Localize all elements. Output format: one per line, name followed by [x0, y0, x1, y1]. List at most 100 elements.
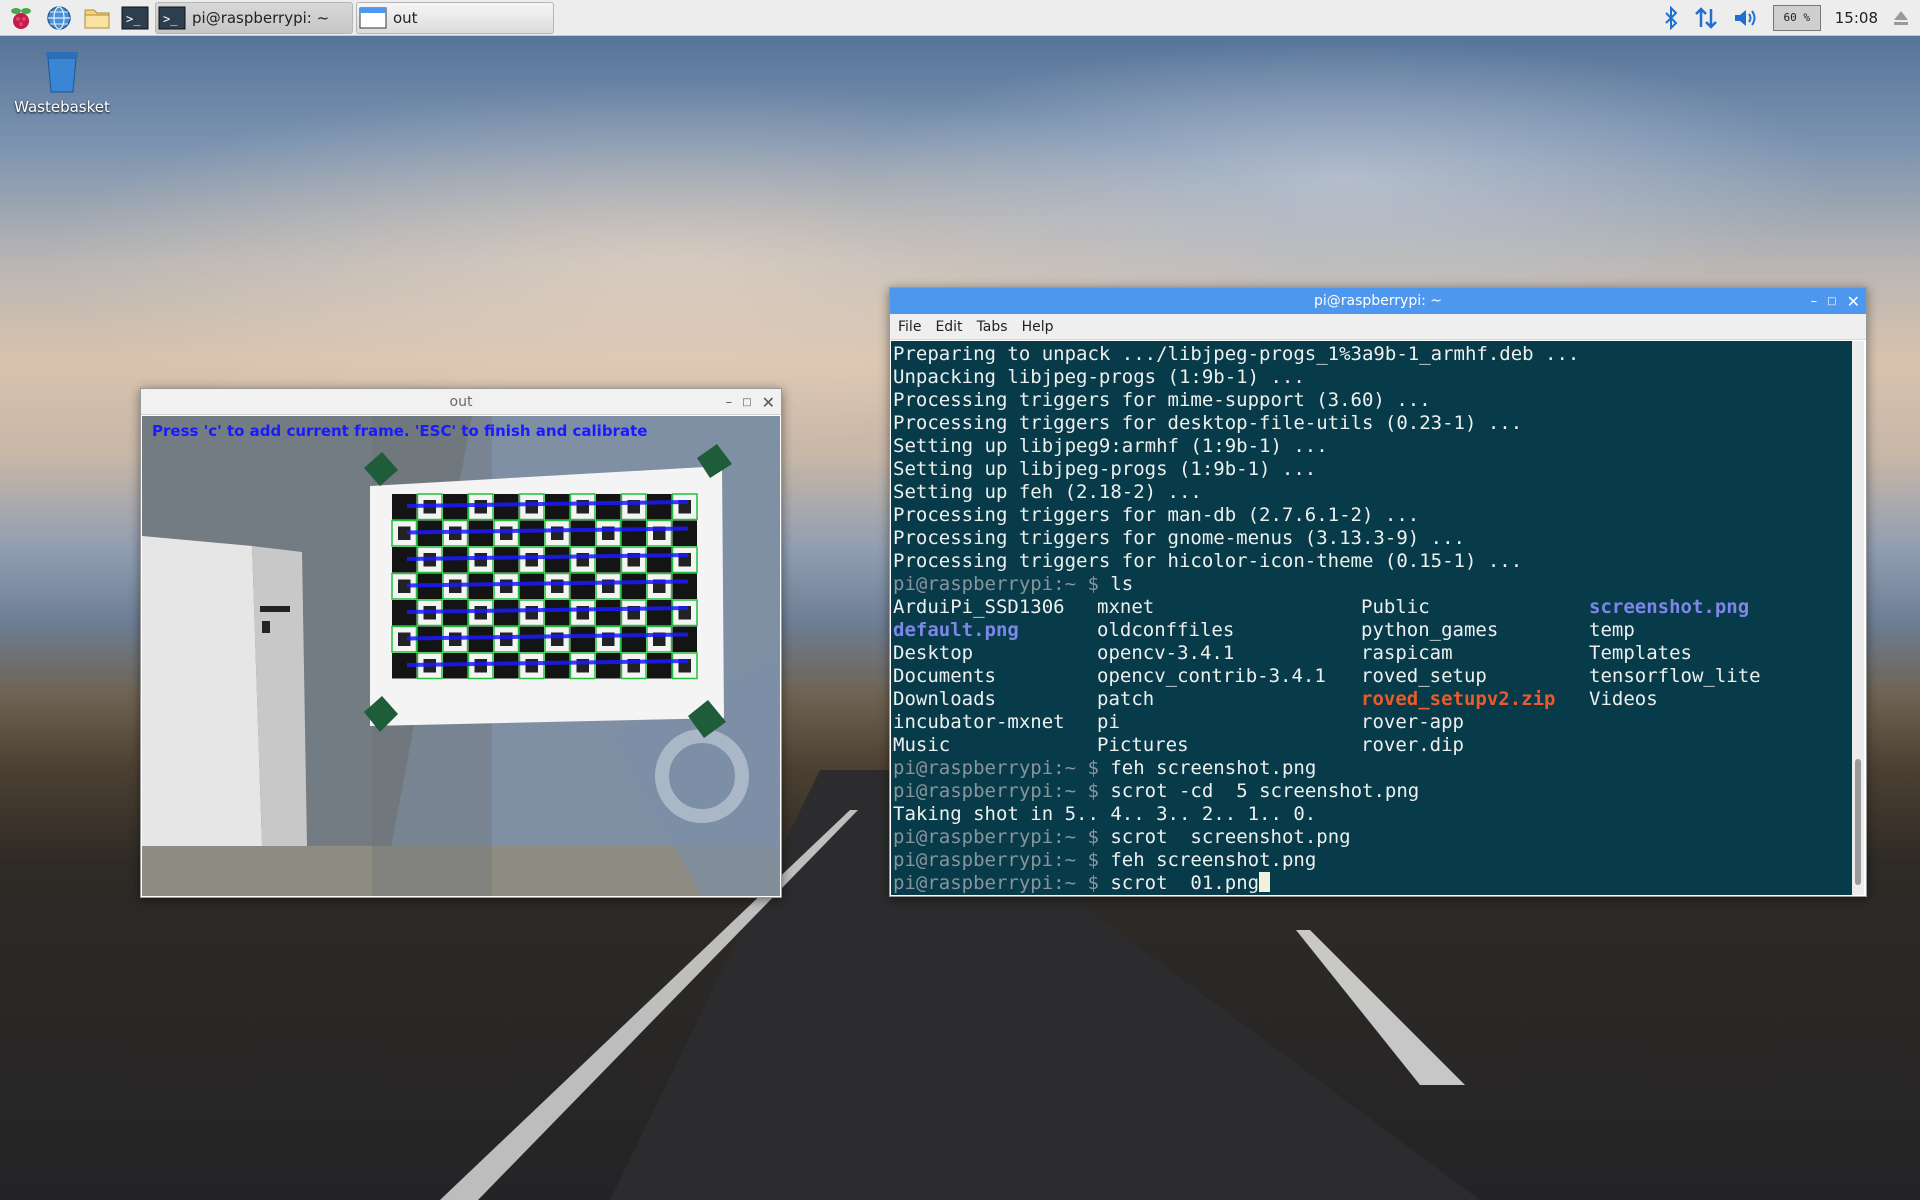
terminal-command: scrot -cd 5 screenshot.png — [1110, 780, 1420, 802]
system-tray: 60 % 15:08 — [1663, 4, 1920, 31]
out-window-controls: – □ ✕ — [726, 389, 775, 415]
ls-entry: Documents — [893, 665, 996, 687]
terminal-command-line: pi@raspberrypi:~ $ feh screenshot.png — [893, 849, 1853, 872]
ls-output-row: incubator-mxnet pi rover-app — [893, 711, 1853, 734]
terminal-window-controls: – □ ✕ — [1811, 288, 1860, 314]
network-icon[interactable] — [1693, 5, 1719, 31]
ls-entry: Videos — [1589, 688, 1658, 710]
terminal-prompt-suffix: :~ $ — [1053, 849, 1111, 871]
ls-entry: Downloads — [893, 688, 996, 710]
task-terminal-label: pi@raspberrypi: ~ — [192, 8, 330, 27]
terminal-prompt-suffix: :~ $ — [1053, 757, 1111, 779]
terminal-output-line: Processing triggers for desktop-file-uti… — [893, 412, 1523, 434]
window-icon — [359, 7, 387, 28]
ls-entry: screenshot.png — [1589, 596, 1750, 618]
maximize-icon[interactable]: □ — [742, 397, 751, 408]
ls-entry: rover-app — [1361, 711, 1464, 733]
ls-output-row: default.png oldconffiles python_games temp — [893, 619, 1853, 642]
terminal-prompt-suffix: :~ $ — [1053, 826, 1111, 848]
desktop-icon-wastebasket[interactable]: Wastebasket — [14, 48, 110, 116]
minimize-icon[interactable]: – — [726, 395, 733, 410]
ls-entry: tensorflow_lite — [1589, 665, 1761, 687]
out-window: out – □ ✕ Press 'c' to add current frame… — [140, 388, 782, 898]
ls-entry: roved_setupv2.zip — [1361, 688, 1556, 710]
terminal-menubar: File Edit Tabs Help — [890, 314, 1866, 340]
terminal-scrollbar[interactable] — [1852, 341, 1864, 895]
terminal-icon: >_ — [121, 6, 149, 29]
task-out-label: out — [393, 8, 418, 27]
menu-tabs[interactable]: Tabs — [977, 319, 1008, 335]
terminal-window: pi@raspberrypi: ~ – □ ✕ File Edit Tabs H… — [889, 287, 1867, 897]
terminal-output-line: Setting up feh (2.18-2) ... — [893, 481, 1202, 503]
terminal-command-line: pi@raspberrypi:~ $ scrot -cd 5 screensho… — [893, 780, 1853, 803]
ls-entry — [1589, 734, 1829, 757]
ls-output-row: Music Pictures rover.dip — [893, 734, 1853, 757]
ls-entry: python_games — [1361, 619, 1499, 641]
ls-entry: default.png — [893, 619, 1019, 641]
calibration-checkerboard — [391, 493, 698, 680]
terminal-prompt: pi@raspberrypi — [893, 757, 1054, 779]
ls-entry — [1589, 711, 1829, 734]
terminal-prompt-suffix: :~ $ — [1053, 573, 1111, 595]
terminal-output-line: Taking shot in 5.. 4.. 3.. 2.. 1.. 0. — [893, 803, 1317, 825]
terminal-titlebar[interactable]: pi@raspberrypi: ~ – □ ✕ — [890, 288, 1866, 314]
ls-entry: ArduiPi_SSD1306 — [893, 596, 1065, 618]
raspberry-icon — [11, 7, 31, 29]
ls-entry: patch — [1097, 688, 1155, 710]
minimize-icon[interactable]: – — [1811, 294, 1818, 309]
terminal-scrollbar-thumb[interactable] — [1855, 759, 1861, 885]
terminal-launcher-button[interactable]: >_ — [118, 1, 152, 35]
terminal-prompt: pi@raspberrypi — [893, 849, 1054, 871]
menu-help[interactable]: Help — [1022, 319, 1054, 335]
out-window-title: out — [449, 393, 473, 410]
ls-entry: oldconffiles — [1097, 619, 1235, 641]
web-browser-button[interactable] — [42, 1, 76, 35]
ls-entry: rover.dip — [1361, 734, 1464, 756]
taskbar: >_ >_ pi@raspberrypi: ~ out 60 % 15:08 — [0, 0, 1920, 36]
terminal-prompt-suffix: :~ $ — [1053, 872, 1111, 894]
cpu-monitor[interactable]: 60 % — [1772, 4, 1821, 31]
ls-entry: mxnet — [1097, 596, 1155, 618]
terminal-prompt: pi@raspberrypi — [893, 826, 1054, 848]
terminal-output[interactable]: Preparing to unpack .../libjpeg-progs_1%… — [891, 341, 1853, 895]
task-terminal[interactable]: >_ pi@raspberrypi: ~ — [155, 1, 353, 34]
desktop-icon-label: Wastebasket — [14, 98, 110, 116]
terminal-command-line: pi@raspberrypi:~ $ ls — [893, 573, 1853, 596]
terminal-command-line: pi@raspberrypi:~ $ scrot screenshot.png — [893, 826, 1853, 849]
ls-entry: temp — [1589, 619, 1635, 641]
svg-text:>_: >_ — [163, 12, 178, 26]
folder-icon — [84, 9, 110, 28]
terminal-command: feh screenshot.png — [1110, 849, 1317, 871]
ls-entry: opencv-3.4.1 — [1097, 642, 1235, 664]
terminal-command-line: pi@raspberrypi:~ $ feh screenshot.png — [893, 757, 1853, 780]
terminal-command: feh screenshot.png — [1110, 757, 1317, 779]
trash-icon — [46, 52, 78, 93]
terminal-output-line: Processing triggers for hicolor-icon-the… — [893, 550, 1523, 572]
terminal-output-line: Processing triggers for mime-support (3.… — [893, 389, 1431, 411]
menu-edit[interactable]: Edit — [935, 319, 962, 335]
terminal-output-line: Unpacking libjpeg-progs (1:9b-1) ... — [893, 366, 1305, 388]
ls-entry: roved_setup — [1361, 665, 1487, 687]
clock[interactable]: 15:08 — [1835, 9, 1878, 27]
ls-entry: Public — [1361, 596, 1430, 618]
ls-entry: Music — [893, 734, 951, 756]
task-out[interactable]: out — [356, 1, 554, 34]
terminal-command: scrot screenshot.png — [1110, 826, 1351, 848]
volume-icon[interactable] — [1733, 6, 1759, 30]
raspberry-menu-button[interactable] — [4, 1, 38, 35]
ls-output-row: Desktop opencv-3.4.1 raspicam Templates — [893, 642, 1853, 665]
svg-text:>_: >_ — [126, 12, 141, 26]
eject-icon[interactable] — [1892, 8, 1910, 28]
menu-file[interactable]: File — [898, 319, 921, 335]
terminal-command-input[interactable]: scrot 01.png — [1110, 872, 1259, 894]
terminal-current-line[interactable]: pi@raspberrypi:~ $ scrot 01.png — [893, 872, 1853, 895]
close-icon[interactable]: ✕ — [762, 393, 775, 412]
ls-entry: Pictures — [1097, 734, 1189, 756]
ls-output-row: Documents opencv_contrib-3.4.1 roved_setup… — [893, 665, 1853, 688]
bluetooth-icon[interactable] — [1663, 5, 1679, 30]
out-window-titlebar[interactable]: out – □ ✕ — [141, 389, 781, 415]
close-icon[interactable]: ✕ — [1847, 292, 1860, 311]
maximize-icon[interactable]: □ — [1827, 296, 1836, 307]
file-manager-button[interactable] — [80, 1, 114, 35]
terminal-prompt: pi@raspberrypi — [893, 780, 1054, 802]
